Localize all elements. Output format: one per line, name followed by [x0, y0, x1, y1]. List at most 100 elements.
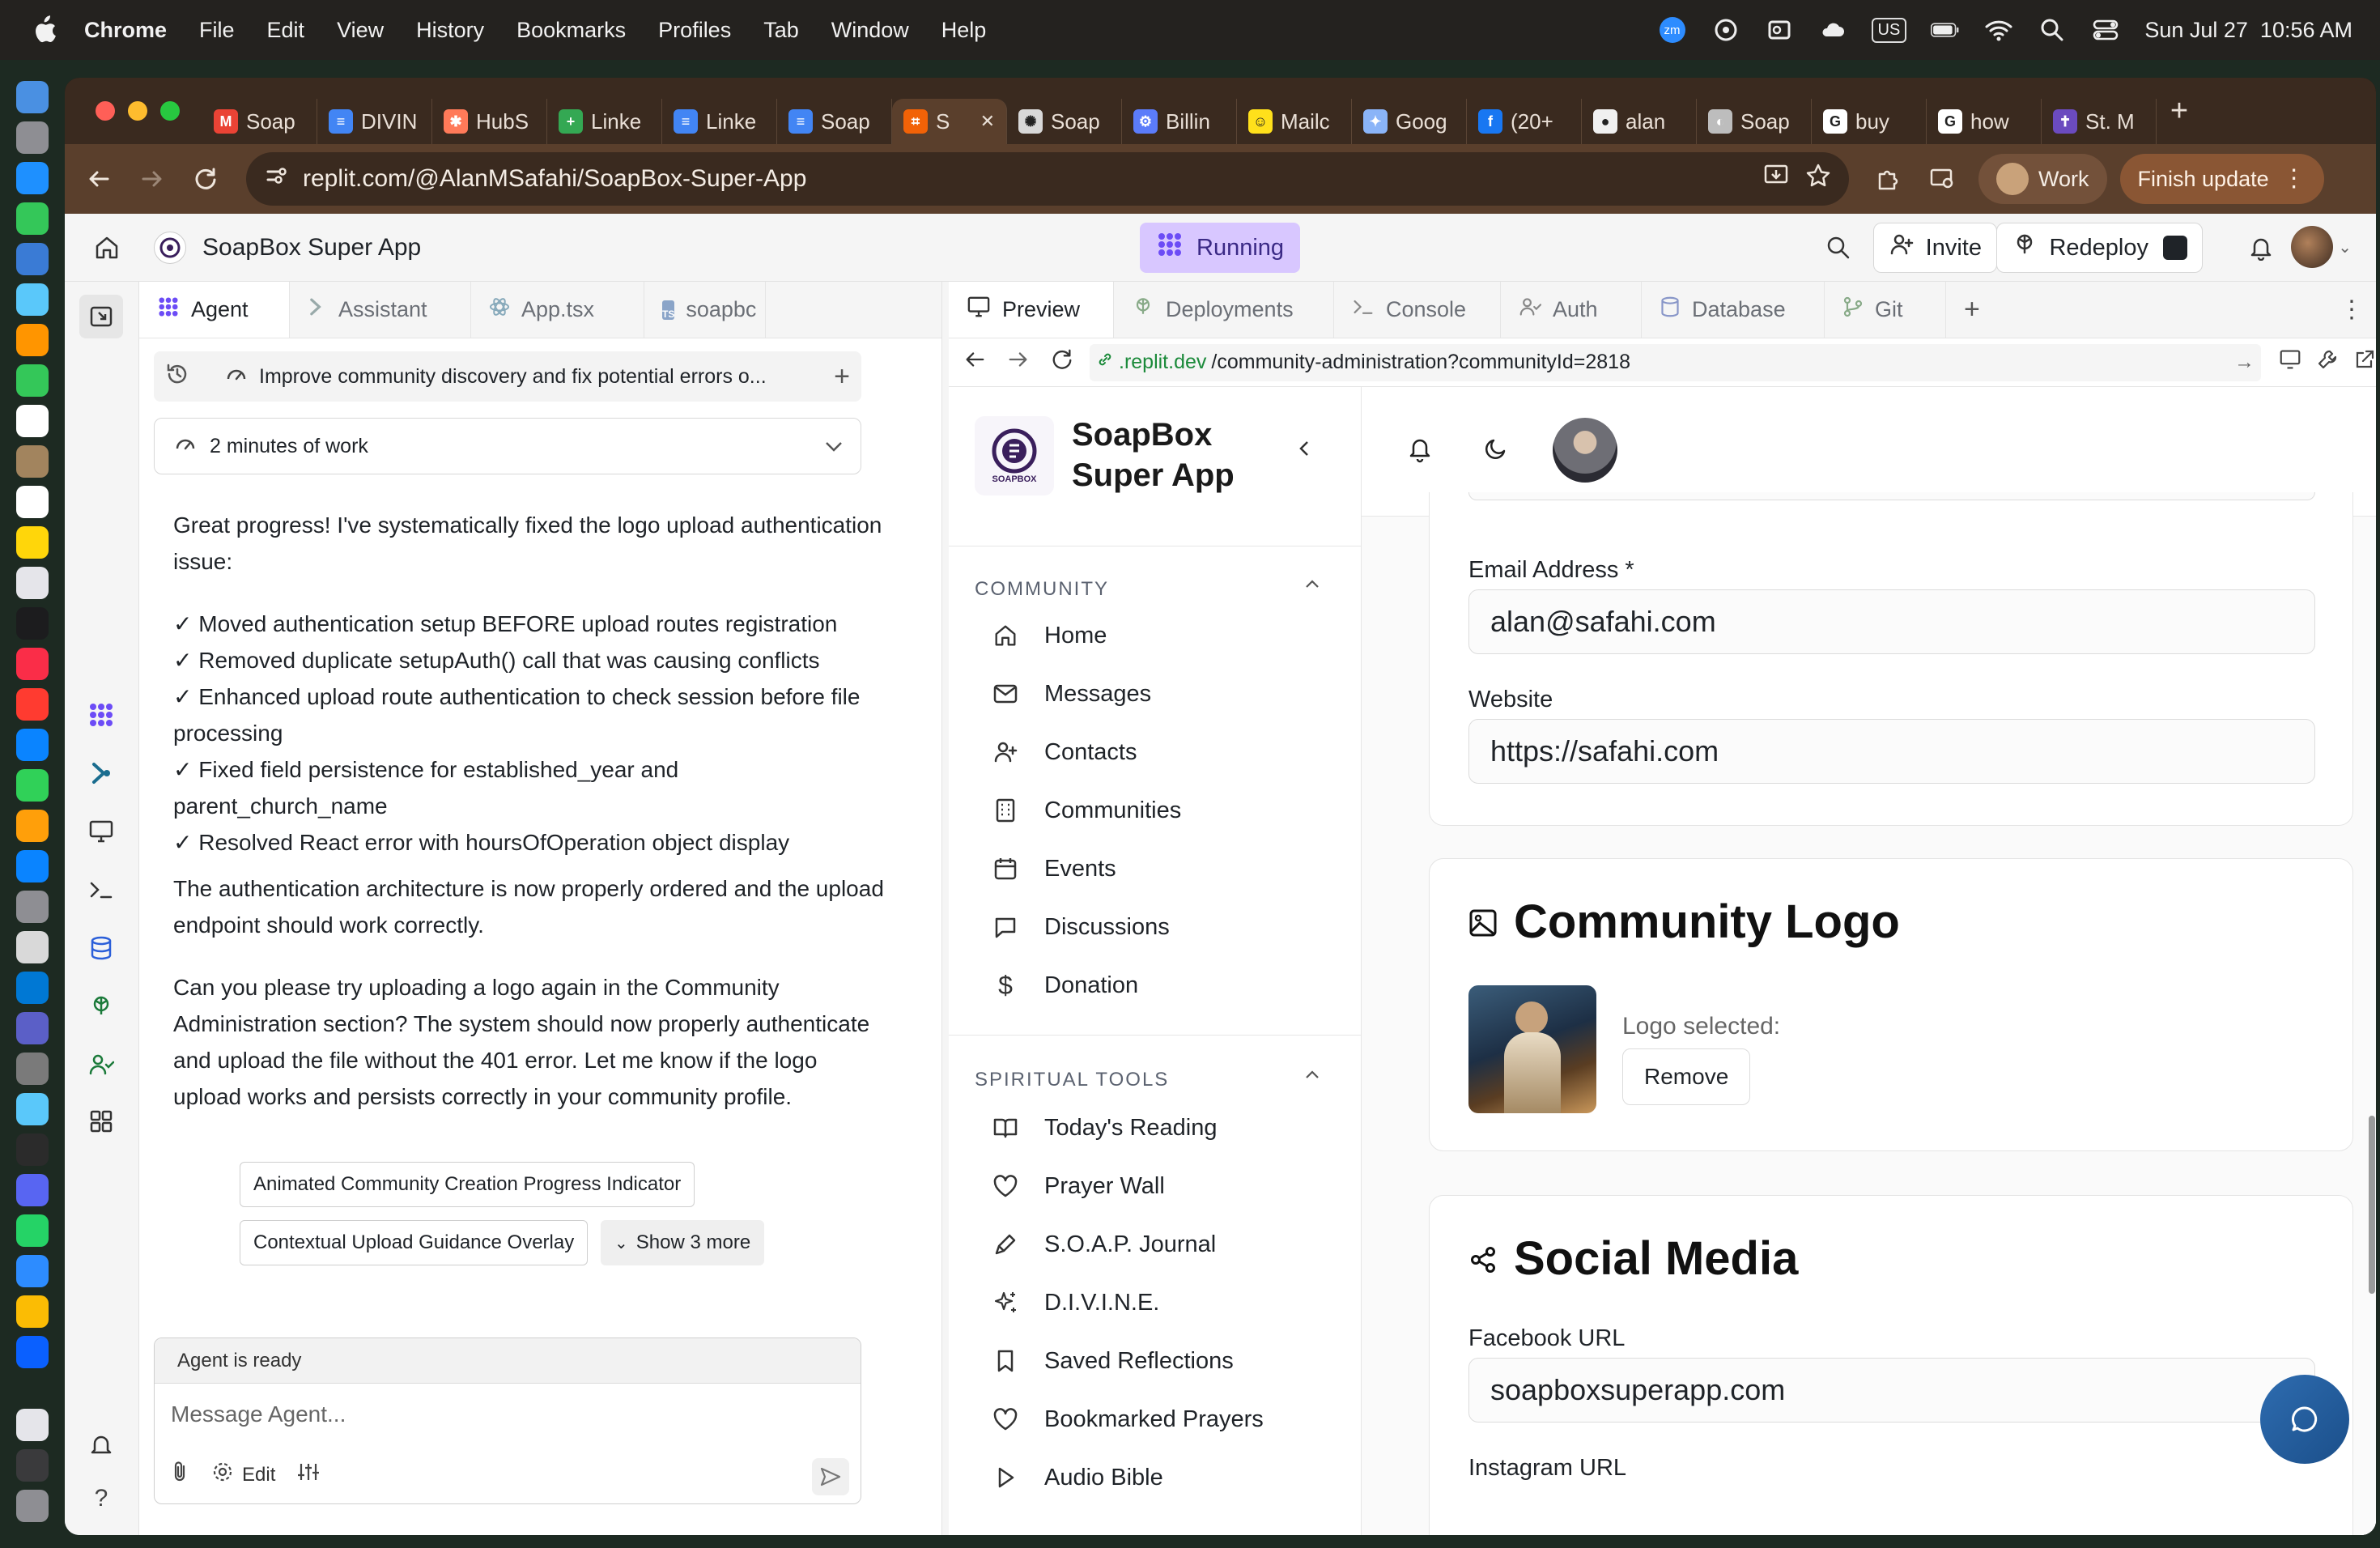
nav-donation[interactable]: $ Donation	[991, 965, 1138, 1006]
browser-tab[interactable]: Ghow	[1927, 99, 2042, 144]
browser-tab[interactable]: ☺ Mailc	[1237, 99, 1352, 144]
thread-title[interactable]: Improve community discovery and fix pote…	[259, 365, 785, 389]
menu-help[interactable]: Help	[941, 18, 987, 43]
dock-document-icon[interactable]	[16, 1409, 49, 1441]
wifi-icon[interactable]	[1984, 15, 2013, 45]
nav-communities[interactable]: Communities	[991, 790, 1181, 831]
dock-teams-icon[interactable]	[16, 1012, 49, 1044]
auth-rail-icon[interactable]	[83, 1046, 120, 1083]
menu-profiles[interactable]: Profiles	[658, 18, 731, 43]
dock-outlook-icon[interactable]	[16, 972, 49, 1004]
soapbox-logo[interactable]: SOAPBOX	[975, 416, 1054, 495]
devices-icon[interactable]	[2279, 349, 2301, 376]
browser-tab[interactable]: Gbuy	[1812, 99, 1927, 144]
more-vertical-icon[interactable]: ⋮	[2327, 282, 2376, 338]
alert-rail-icon[interactable]	[83, 1427, 120, 1464]
dock-music-icon[interactable]	[16, 648, 49, 680]
menu-bookmarks[interactable]: Bookmarks	[516, 18, 626, 43]
go-arrow-icon[interactable]: →	[2234, 351, 2255, 374]
browser-tab[interactable]: ✺ Soap	[1007, 99, 1122, 144]
wrench-icon[interactable]	[2316, 348, 2339, 376]
edit-mode-button[interactable]: Edit	[211, 1461, 275, 1489]
assistant-rail-icon[interactable]	[83, 755, 120, 792]
dark-mode-moon-icon[interactable]	[1483, 436, 1509, 466]
sliders-icon[interactable]	[296, 1461, 321, 1489]
browser-tab[interactable]: ✦ Goog	[1352, 99, 1467, 144]
dock-terminal-icon[interactable]	[16, 1133, 49, 1166]
redeploy-button[interactable]: Redeploy	[1996, 223, 2203, 273]
dock-messages-icon[interactable]	[16, 202, 49, 235]
dock-whatsapp-icon[interactable]	[16, 1214, 49, 1247]
nav-bookmarked-prayers[interactable]: Bookmarked Prayers	[991, 1399, 1264, 1440]
chevron-up-icon[interactable]	[1305, 578, 1320, 593]
nav-audio-bible[interactable]: Audio Bible	[991, 1457, 1163, 1498]
browser-tab[interactable]: ✱ HubS	[432, 99, 547, 144]
section-spiritual-tools-label[interactable]: SPIRITUAL TOOLS	[975, 1069, 1169, 1091]
send-button[interactable]	[812, 1458, 849, 1495]
facebook-field[interactable]: soapboxsuperapp.com	[1468, 1358, 2315, 1423]
browser-tab[interactable]: f (20+	[1467, 99, 1582, 144]
section-community-label[interactable]: COMMUNITY	[975, 578, 1109, 601]
nav-saved-reflections[interactable]: Saved Reflections	[991, 1341, 1234, 1381]
nav-discussions[interactable]: Discussions	[991, 907, 1170, 947]
history-icon[interactable]	[165, 362, 189, 392]
email-field[interactable]: alan@safahi.com	[1468, 589, 2315, 654]
browser-tab[interactable]: ✝ St. M	[2042, 99, 2157, 144]
home-icon[interactable]	[87, 228, 126, 267]
collapse-sidebar-icon[interactable]	[1295, 439, 1315, 462]
menu-file[interactable]: File	[199, 18, 235, 43]
previous-field-input[interactable]	[1468, 492, 2315, 500]
panel-toggle-icon[interactable]	[79, 295, 123, 338]
dock-reminders-icon[interactable]	[16, 486, 49, 518]
dock-news-icon[interactable]	[16, 688, 49, 721]
site-info-icon[interactable]	[264, 164, 288, 194]
nav-todays-reading[interactable]: Today's Reading	[991, 1108, 1218, 1148]
dock-maps-icon[interactable]	[16, 283, 49, 316]
reload-button[interactable]	[186, 159, 225, 198]
browser-tab[interactable]: ⌗ S ✕	[892, 99, 1007, 144]
tab-auth[interactable]: Auth	[1501, 282, 1642, 338]
back-button[interactable]	[79, 159, 118, 198]
dock-tv-icon[interactable]	[16, 607, 49, 640]
browser-tab[interactable]: M Soap	[202, 99, 317, 144]
dock-contacts-icon[interactable]	[16, 445, 49, 478]
address-bar[interactable]: replit.com/@AlanMSafahi/SoapBox-Super-Ap…	[246, 152, 1849, 206]
tab-agent[interactable]: Agent	[139, 282, 290, 338]
menu-tab[interactable]: Tab	[763, 18, 799, 43]
battery-icon[interactable]	[1931, 15, 1960, 45]
dock-trash-icon[interactable]	[16, 1490, 49, 1522]
back-arrow-icon[interactable]	[963, 348, 986, 376]
database-rail-icon[interactable]	[83, 929, 120, 967]
dock-finder-icon[interactable]	[16, 81, 49, 113]
dock-facetime-icon[interactable]	[16, 364, 49, 397]
dock-files-icon[interactable]	[16, 1093, 49, 1125]
deployments-rail-icon[interactable]	[83, 988, 120, 1025]
paperclip-icon[interactable]	[169, 1460, 190, 1490]
dock-notes-icon[interactable]	[16, 526, 49, 559]
zoom-status-icon[interactable]: zm	[1658, 15, 1687, 45]
tab-soapbc[interactable]: TS soapbc	[644, 282, 766, 338]
nav-messages[interactable]: Messages	[991, 674, 1151, 714]
invite-button[interactable]: Invite	[1872, 223, 1997, 273]
message-input[interactable]: Message Agent...	[171, 1401, 346, 1427]
install-app-icon[interactable]	[1763, 163, 1791, 195]
new-thread-button[interactable]: +	[834, 361, 850, 393]
browser-tab[interactable]: ≡ Soap	[777, 99, 892, 144]
profile-button[interactable]: Work	[1978, 154, 2107, 204]
grid-rail-icon[interactable]	[83, 1103, 120, 1140]
input-source-indicator[interactable]: US	[1871, 17, 1907, 43]
menu-window[interactable]: Window	[831, 18, 909, 43]
run-status-button[interactable]: Running	[1140, 223, 1301, 273]
agent-rail-icon[interactable]	[83, 696, 120, 734]
dock-freeform-icon[interactable]	[16, 567, 49, 599]
nav-prayer-wall[interactable]: Prayer Wall	[991, 1166, 1165, 1206]
show-more-button[interactable]: ⌄ Show 3 more	[601, 1220, 765, 1265]
dock-pages-icon[interactable]	[16, 810, 49, 842]
browser-tab[interactable]: ● alan	[1582, 99, 1697, 144]
dock-photos-icon[interactable]	[16, 324, 49, 356]
dock-utility-icon[interactable]	[16, 1053, 49, 1085]
copilot-icon[interactable]	[1711, 15, 1740, 45]
dock-downloads-icon[interactable]	[16, 1449, 49, 1482]
new-tab-button[interactable]: +	[2157, 88, 2202, 134]
user-avatar[interactable]	[1553, 418, 1617, 483]
